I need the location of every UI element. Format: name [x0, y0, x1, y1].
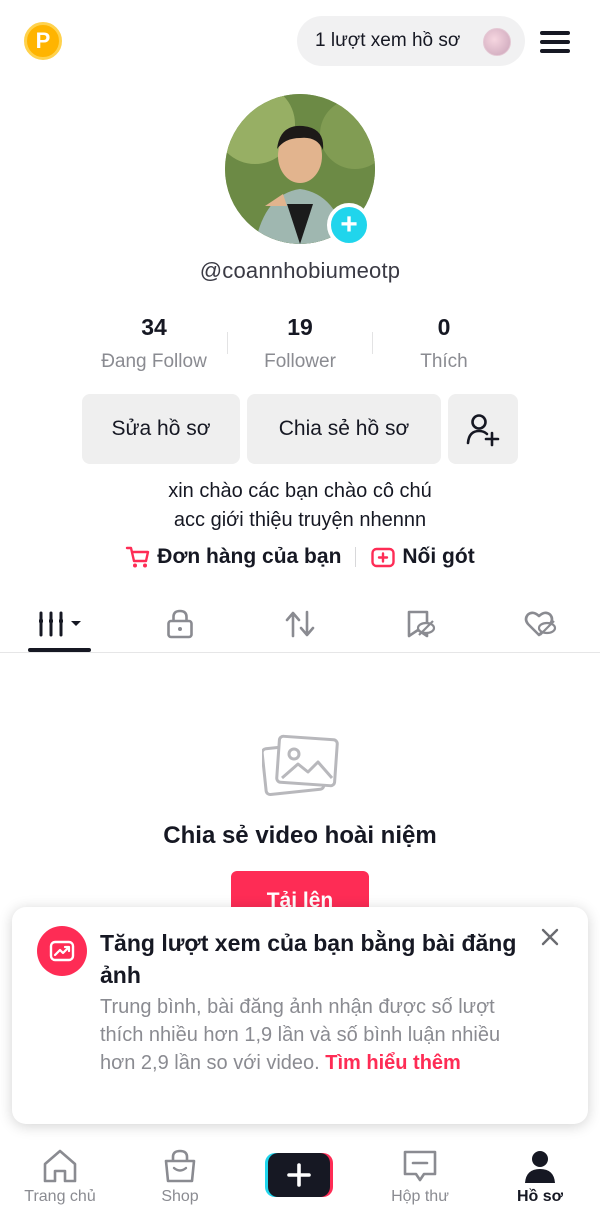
nav-inbox-label: Hộp thư [391, 1188, 449, 1205]
bio-line-2: acc giới thiệu truyện nhennn [173, 509, 427, 531]
share-profile-button[interactable]: Chia sẻ hồ sơ [247, 394, 441, 464]
orders-label: Đơn hàng của bạn [157, 545, 342, 568]
add-friend-button[interactable] [448, 394, 518, 464]
lock-icon [167, 609, 193, 639]
tab-videos[interactable] [0, 600, 120, 648]
nav-shop-label: Shop [161, 1188, 199, 1205]
tip-title: Tăng lượt xem của bạn bằng bài đăng ảnh [100, 930, 517, 988]
image-placeholder-icon [260, 734, 340, 803]
create-button[interactable] [265, 1153, 333, 1197]
stat-likes[interactable]: 0 Thích [369, 314, 519, 373]
follow-shop-label: Nối gót [402, 545, 475, 568]
edit-profile-button[interactable]: Sửa hồ sơ [82, 394, 240, 464]
add-user-icon [466, 414, 500, 447]
tip-card: Tăng lượt xem của bạn bằng bài đăng ảnh … [12, 907, 588, 1124]
profile-links: Đơn hàng của bạn Nối gót [0, 544, 600, 570]
nav-home[interactable]: Trang chủ [0, 1148, 120, 1218]
nav-inbox[interactable]: Hộp thư [360, 1148, 480, 1218]
likes-label: Thích [420, 351, 468, 372]
plus-icon [265, 1153, 333, 1197]
stat-followers[interactable]: 19 Follower [225, 314, 375, 373]
heart-hidden-icon [524, 611, 557, 637]
orders-link[interactable]: Đơn hàng của bạn [125, 544, 341, 570]
nav-shop[interactable]: Shop [120, 1148, 240, 1218]
username: @coannhobiumeotp [199, 258, 401, 283]
stat-following[interactable]: 34 Đang Follow [79, 314, 229, 373]
coin-icon[interactable]: P [24, 22, 62, 60]
shop-bag-icon [164, 1149, 196, 1183]
viewer-avatar [483, 28, 511, 56]
link-divider [355, 547, 357, 567]
following-count: 34 [141, 314, 167, 340]
followers-label: Follower [264, 351, 336, 372]
following-label: Đang Follow [101, 351, 207, 372]
bookmark-hidden-icon [407, 610, 436, 638]
grid-icon [39, 611, 81, 637]
nav-profile[interactable]: Hồ sơ [480, 1148, 600, 1218]
cart-icon [126, 546, 150, 568]
follow-shop-link[interactable]: Nối gót [370, 544, 475, 570]
nav-home-label: Trang chủ [24, 1188, 96, 1205]
trending-icon [37, 926, 87, 976]
profile-views-label: 1 lượt xem hồ sơ [315, 30, 461, 51]
tip-body: Trung bình, bài đăng ảnh nhận được số lư… [100, 993, 530, 1077]
add-avatar-button[interactable]: + [327, 203, 371, 247]
bio-line-1: xin chào các bạn chào cô chú [168, 480, 432, 502]
tabs-divider [0, 652, 600, 653]
tab-favorites[interactable] [360, 600, 480, 648]
likes-count: 0 [437, 314, 451, 340]
empty-state-title: Chia sẻ video hoài niệm [163, 822, 437, 849]
menu-icon[interactable] [540, 29, 572, 53]
add-box-icon [371, 547, 396, 568]
tab-liked[interactable] [480, 600, 600, 648]
inbox-icon [403, 1150, 437, 1182]
tab-reposts[interactable] [240, 600, 360, 648]
close-icon[interactable] [538, 925, 562, 949]
followers-count: 19 [287, 314, 313, 340]
home-icon [43, 1149, 77, 1183]
tab-private[interactable] [120, 600, 240, 648]
profile-views-button[interactable]: 1 lượt xem hồ sơ [297, 16, 525, 66]
person-icon [525, 1151, 555, 1183]
nav-profile-label: Hồ sơ [516, 1188, 564, 1205]
repost-icon [285, 610, 315, 638]
learn-more-link[interactable]: Tìm hiểu thêm [325, 1052, 461, 1074]
